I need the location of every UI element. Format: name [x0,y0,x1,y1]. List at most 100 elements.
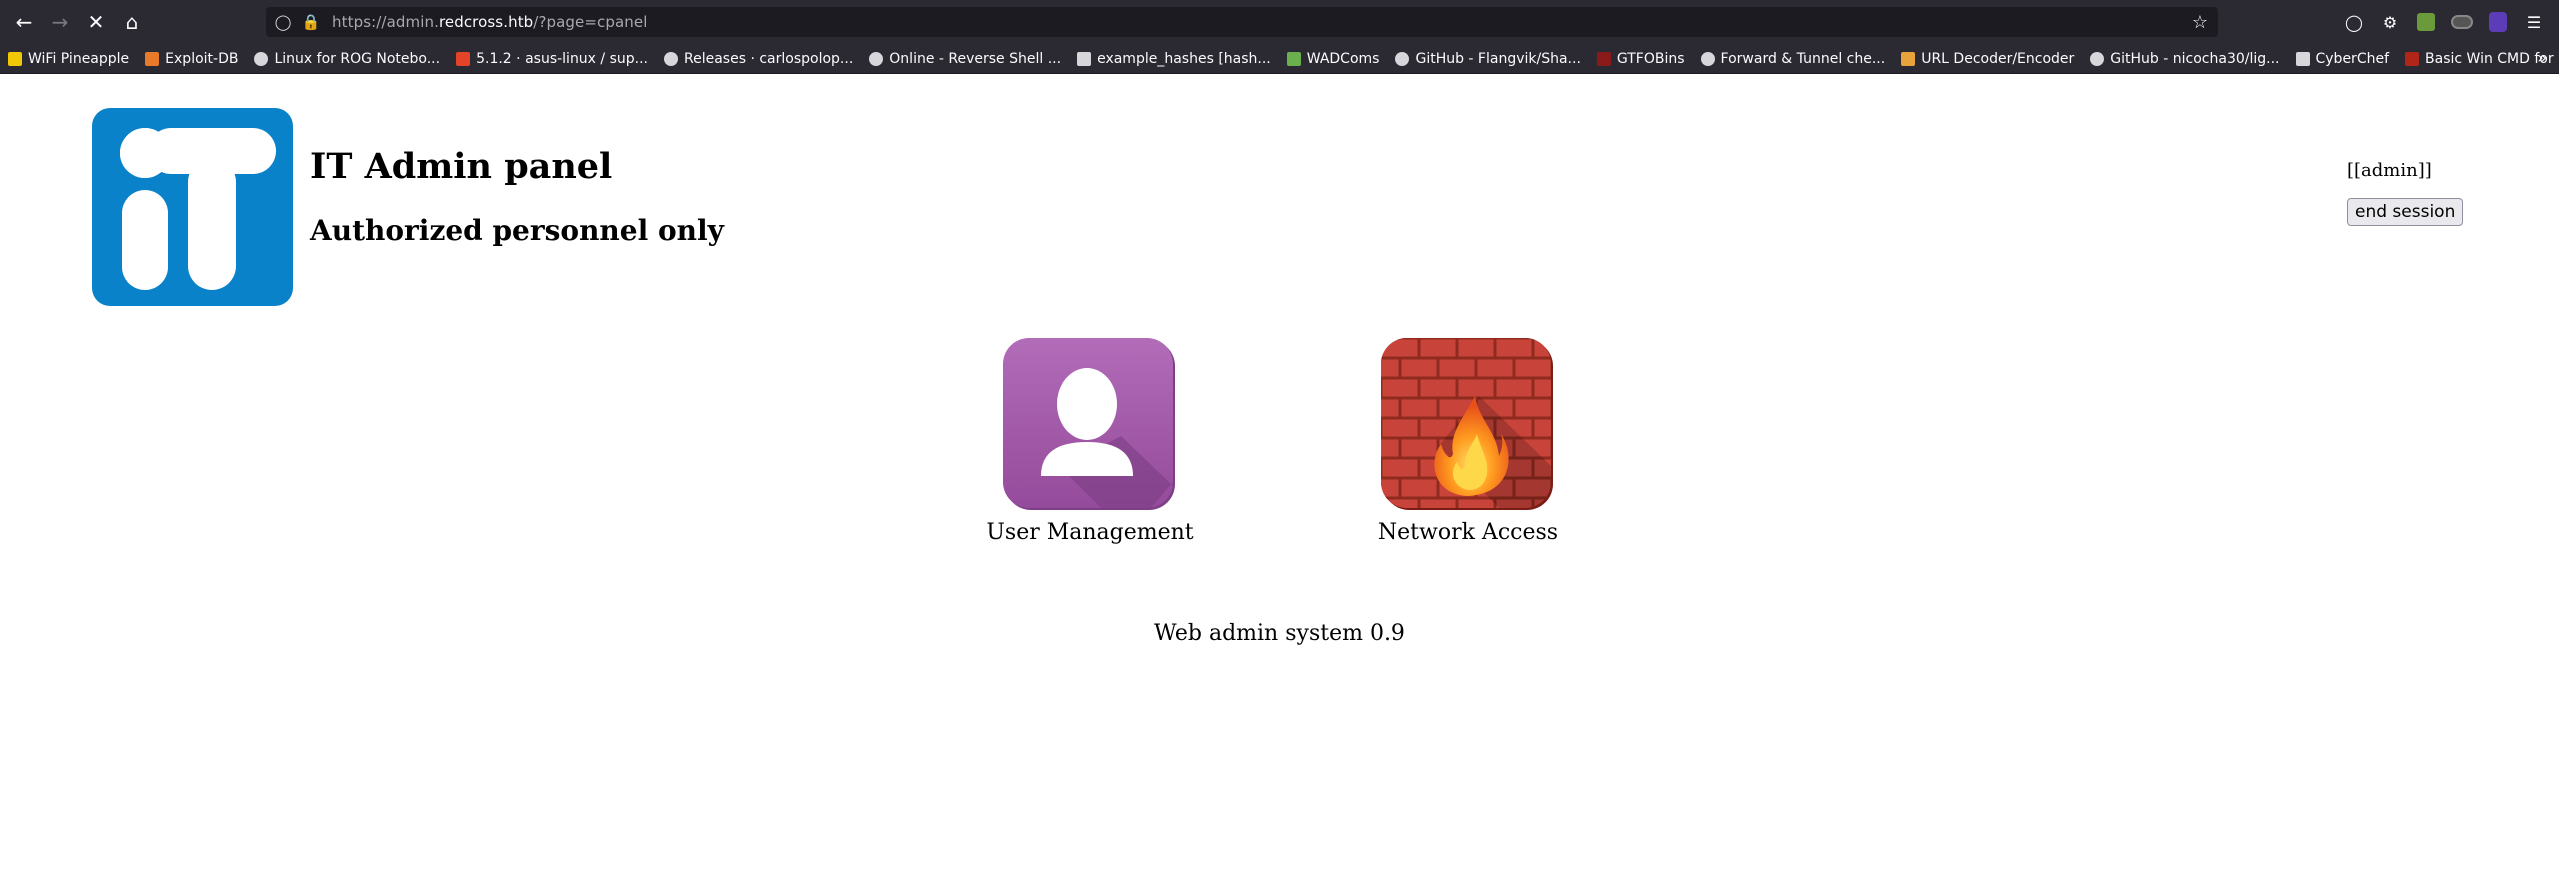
brick [1455,338,1497,360]
current-user-label: [[admin]] [2347,160,2432,181]
brick [1531,416,1551,440]
brick [1381,376,1421,400]
brick [1381,456,1421,480]
brick [1417,338,1459,360]
bookmark-item[interactable]: GTFOBins [1596,50,1685,67]
brick [1398,396,1440,420]
brick [1381,416,1383,440]
it-logo [92,108,293,306]
brick [1493,338,1535,360]
bookmark-label: GitHub - nicocha30/lig... [2110,50,2280,67]
navigation-toolbar: ← → ✕ ⌂ ◯ 🔒 https://admin.redcross.htb/?… [0,0,2559,44]
extension-green-icon[interactable] [2410,6,2442,38]
footer-version: Web admin system 0.9 [1154,621,1405,646]
forward-icon[interactable]: → [42,4,78,40]
bookmark-star-icon[interactable]: ☆ [2192,12,2208,33]
brick [1455,496,1497,508]
bookmark-item[interactable]: WADComs [1286,50,1380,67]
brick [1381,496,1421,508]
firewall-icon[interactable] [1379,336,1557,514]
user-icon[interactable] [1001,336,1179,514]
bookmarks-overflow-icon[interactable]: » [2537,48,2547,67]
brick [1493,376,1535,400]
bookmark-item[interactable]: 5.1.2 · asus-linux / sup... [456,51,648,67]
bookmark-label: WADComs [1306,50,1380,67]
brick [1512,396,1551,420]
menu-icon[interactable]: ☰ [2518,6,2550,38]
user-management-app[interactable]: User Management [986,336,1194,545]
extension-purple-icon[interactable] [2482,6,2514,38]
brick [1381,356,1402,380]
cmd-icon [2405,51,2420,66]
brick [1417,496,1459,508]
bookmark-item[interactable]: Releases · carlospolop... [664,51,853,67]
urldecoder-icon [1901,51,1916,66]
page-subtitle: Authorized personnel only [310,214,724,247]
bookmark-label: Exploit-DB [165,50,239,67]
bookmark-item[interactable]: Online - Reverse Shell ... [869,51,1061,67]
bookmark-label: example_hashes [hash... [1097,50,1271,67]
home-icon[interactable]: ⌂ [114,4,150,40]
address-bar[interactable]: ◯ 🔒 https://admin.redcross.htb/?page=cpa… [266,7,2218,37]
bookmark-item[interactable]: GitHub - Flangvik/Sha... [1395,50,1581,67]
extensions-icon[interactable]: ⚙ [2374,6,2406,38]
url-text[interactable]: https://admin.redcross.htb/?page=cpanel [332,13,648,31]
lock-icon[interactable]: 🔒 [300,13,322,31]
pineapple-icon [8,51,22,66]
brick [1381,476,1402,500]
shield-icon[interactable]: ◯ [272,13,294,31]
stop-loading-icon[interactable]: ✕ [78,4,114,40]
bookmark-label: GTFOBins [1616,50,1685,67]
bookmark-item[interactable]: example_hashes [hash... [1077,51,1271,67]
browser-chrome: ← → ✕ ⌂ ◯ 🔒 https://admin.redcross.htb/?… [0,0,2559,74]
brick [1381,396,1402,420]
network-access-label[interactable]: Network Access [1368,520,1568,545]
bookmark-item[interactable]: Forward & Tunnel che... [1700,51,1885,67]
github-icon [1395,51,1410,66]
brick [1531,376,1551,400]
back-icon[interactable]: ← [6,4,42,40]
github-icon [664,51,678,66]
wadcoms-icon [1286,51,1301,66]
bookmark-label: WiFi Pineapple [28,50,130,67]
brick [1474,356,1516,380]
bookmarks-toolbar: WiFi Pineapple Exploit-DB Linux for ROG No… [0,44,2559,74]
brick [1455,376,1497,400]
bookmark-item[interactable]: GitHub - nicocha30/lig... [2090,50,2280,67]
bookmark-label: URL Decoder/Encoder [1921,50,2075,67]
admin-page: IT Admin panel Authorized personnel only… [0,74,2559,889]
bookmark-item[interactable]: Basic Win CMD for Pe... [2405,51,2559,67]
bookmark-label: GitHub - Flangvik/Sha... [1415,50,1581,67]
pocket-icon[interactable]: ◯ [2338,6,2370,38]
brick [1512,356,1551,380]
bookmark-item[interactable]: Linux for ROG Notebo... [254,51,440,67]
skull-icon [869,51,884,66]
brick [1398,476,1440,500]
github-icon [1700,51,1715,66]
brick [1398,436,1440,460]
gitlab-icon [456,51,471,66]
bookmark-item[interactable]: Exploit-DB [145,51,238,67]
bookmark-item[interactable]: WiFi Pineapple [8,51,129,67]
network-access-app[interactable]: Network Access [1368,336,1568,545]
brick [1381,456,1383,480]
brick [1436,356,1478,380]
brick [1398,356,1440,380]
user-management-label[interactable]: User Management [986,520,1194,545]
github-icon [2090,51,2105,66]
bookmark-item[interactable]: CyberChef [2295,50,2390,67]
brick [1381,338,1421,360]
exploitdb-icon [145,51,160,66]
brick [1531,338,1551,360]
extension-mask-icon[interactable] [2446,6,2478,38]
bookmark-label: CyberChef [2315,50,2390,67]
bookmark-label: 5.1.2 · asus-linux / sup... [476,50,648,67]
hashcat-icon [1077,51,1092,66]
page-title: IT Admin panel [310,146,613,187]
bookmark-label: Online - Reverse Shell ... [889,50,1062,67]
bookmark-item[interactable]: URL Decoder/Encoder [1901,51,2074,67]
toolbar-extensions: ◯ ⚙ ☰ [2338,6,2550,38]
end-session-button[interactable]: end session [2347,198,2464,226]
chef-icon [2295,51,2310,66]
brick [1381,416,1421,440]
